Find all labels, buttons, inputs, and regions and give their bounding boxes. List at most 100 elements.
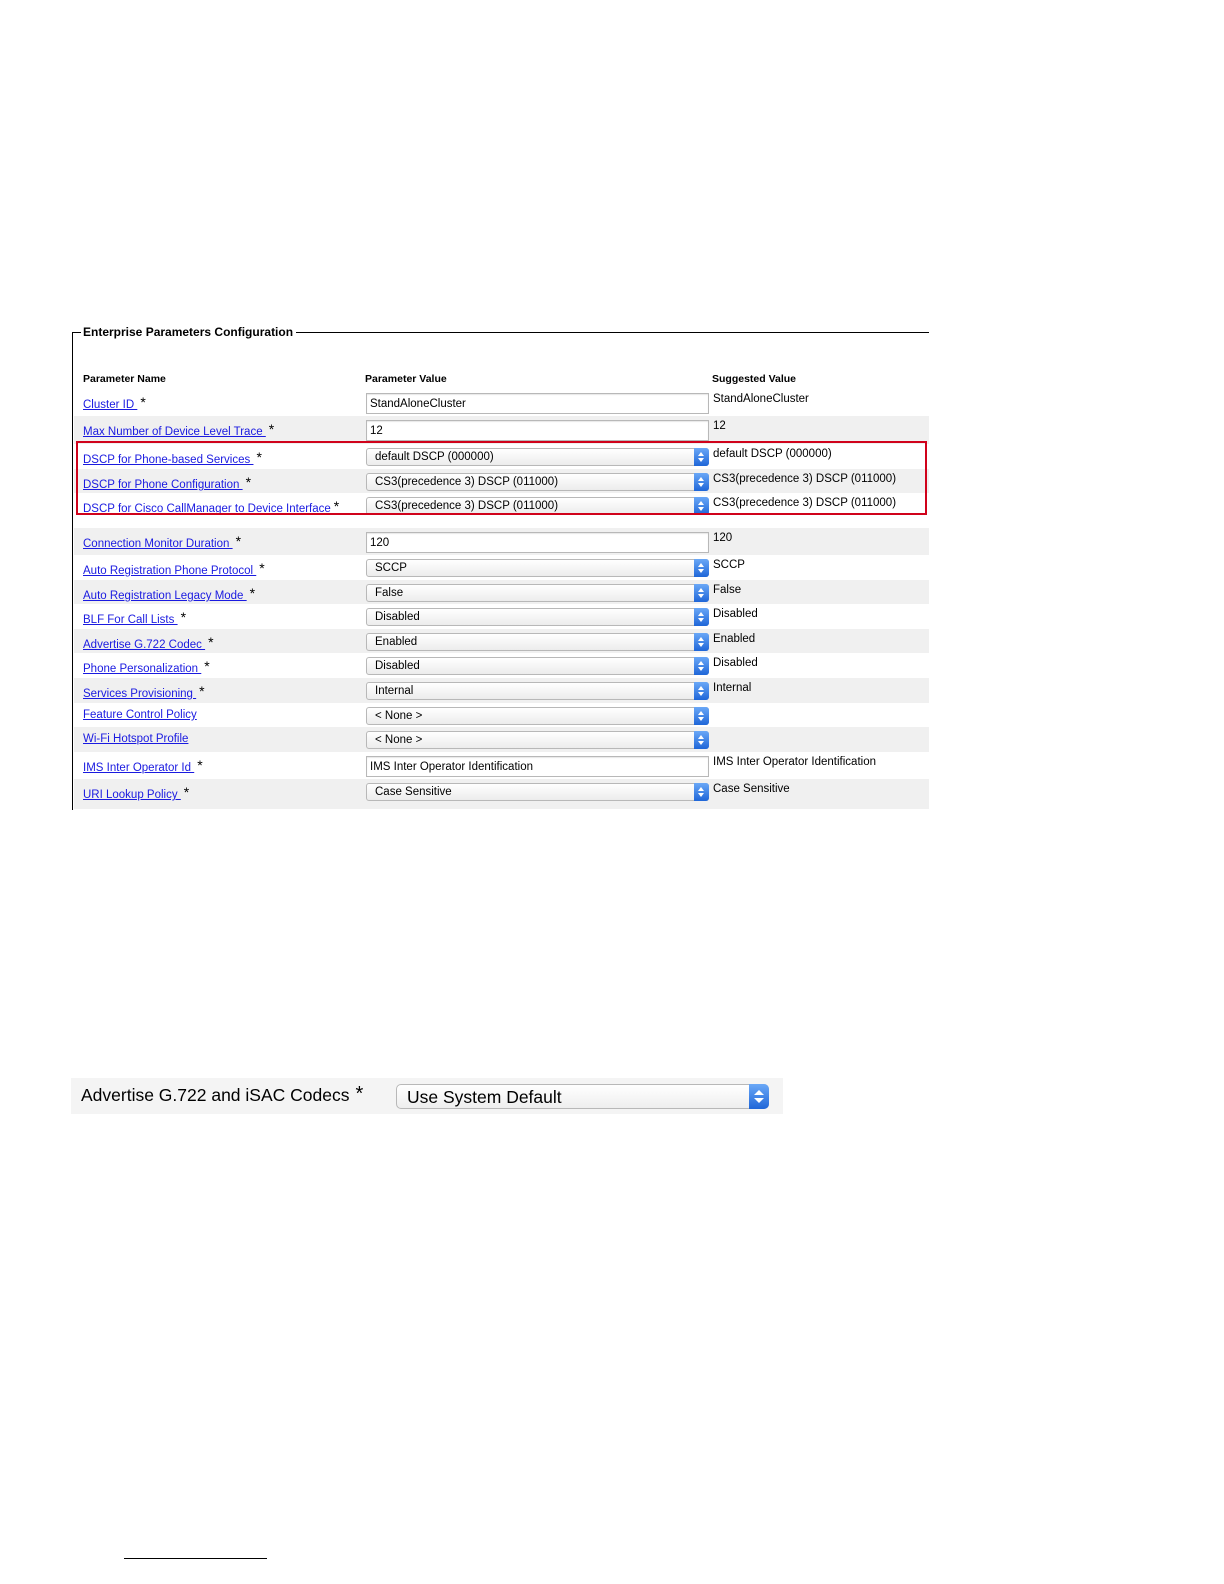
select-value: CS3(precedence 3) DSCP (011000): [375, 476, 559, 488]
parameter-name-link[interactable]: Phone Personalization: [83, 663, 201, 675]
required-asterisk: *: [204, 658, 210, 674]
parameter-name: Services Provisioning *: [83, 683, 205, 700]
parameter-row: Services Provisioning * Internal Internal: [74, 678, 929, 703]
dropdown-arrows-icon: [694, 559, 709, 577]
parameter-value-select[interactable]: < None >: [366, 707, 709, 725]
parameter-row: BLF For Call Lists * Disabled Disabled: [74, 604, 929, 629]
parameter-name-link[interactable]: Max Number of Device Level Trace: [83, 426, 266, 438]
suggested-value: SCCP: [713, 559, 745, 571]
select-value: < None >: [375, 710, 423, 722]
enterprise-parameters-panel: Enterprise Parameters Configuration Para…: [72, 324, 929, 810]
parameter-name-link[interactable]: Cluster ID: [83, 399, 137, 411]
parameter-value-select[interactable]: CS3(precedence 3) DSCP (011000): [366, 473, 709, 491]
parameter-name-link[interactable]: Advertise G.722 Codec: [83, 639, 205, 651]
required-asterisk: *: [140, 394, 146, 410]
select-value: Enabled: [375, 636, 418, 648]
parameter-value-input[interactable]: IMS Inter Operator Identification: [366, 756, 709, 777]
dropdown-arrows-icon: [694, 731, 709, 749]
select-value: Disabled: [375, 660, 420, 672]
dropdown-arrows-icon: [749, 1084, 769, 1109]
parameter-name-link[interactable]: DSCP for Phone-based Services: [83, 454, 253, 466]
dropdown-arrows-icon: [694, 633, 709, 651]
parameter-name: Feature Control Policy: [83, 709, 197, 721]
parameter-value-input[interactable]: StandAloneCluster: [366, 393, 709, 414]
parameter-name-link[interactable]: Connection Monitor Duration: [83, 538, 233, 550]
dropdown-arrows-icon: [694, 584, 709, 602]
parameter-name-link[interactable]: Feature Control Policy: [83, 709, 197, 721]
suggested-value: Disabled: [713, 608, 758, 620]
parameter-name-link[interactable]: DSCP for Cisco CallManager to Device Int…: [83, 503, 331, 515]
parameter-name: Auto Registration Phone Protocol *: [83, 560, 265, 577]
suggested-value: Enabled: [713, 633, 756, 645]
suggested-value: IMS Inter Operator Identification: [713, 756, 876, 768]
parameter-name: Advertise G.722 Codec *: [83, 634, 214, 651]
parameter-value-select[interactable]: Internal: [366, 682, 709, 700]
required-asterisk: *: [197, 757, 203, 773]
footnote-divider: [124, 1558, 267, 1559]
suggested-value: 12: [713, 420, 726, 432]
parameter-name-link[interactable]: IMS Inter Operator Id: [83, 762, 194, 774]
select-value: < None >: [375, 734, 423, 746]
header-suggested-value: Suggested Value: [712, 373, 797, 385]
parameter-value-select[interactable]: Disabled: [366, 608, 709, 626]
required-asterisk: *: [180, 609, 187, 625]
select-value: Case Sensitive: [375, 786, 452, 798]
parameter-value-select[interactable]: SCCP: [366, 559, 709, 577]
suggested-value: CS3(precedence 3) DSCP (011000): [713, 473, 897, 485]
select-value: False: [375, 587, 404, 599]
required-asterisk: *: [268, 421, 275, 437]
parameter-name-link[interactable]: BLF For Call Lists: [83, 614, 178, 626]
parameter-row: IMS Inter Operator Id * IMS Inter Operato…: [74, 752, 929, 779]
select-value: Internal: [375, 685, 414, 697]
required-asterisk: *: [245, 474, 252, 490]
suggested-value: CS3(precedence 3) DSCP (011000): [713, 497, 897, 509]
parameter-name: Max Number of Device Level Trace *: [83, 421, 275, 438]
parameter-value-select[interactable]: Disabled: [366, 657, 709, 675]
parameter-name: Wi-Fi Hotspot Profile: [83, 733, 188, 745]
suggested-value: default DSCP (000000): [713, 448, 832, 460]
parameter-name: Connection Monitor Duration *: [83, 533, 241, 550]
parameter-row: Phone Personalization * Disabled Disabled: [74, 653, 929, 678]
suggested-value: False: [713, 584, 742, 596]
parameter-value-select[interactable]: False: [366, 584, 709, 602]
parameter-name: URI Lookup Policy *: [83, 784, 190, 801]
codec-setting-label: Advertise G.722 and iSAC Codecs *: [81, 1083, 364, 1105]
parameter-value-select[interactable]: default DSCP (000000): [366, 448, 709, 466]
codec-setting-select[interactable]: Use System Default: [396, 1084, 769, 1109]
select-value: SCCP: [375, 562, 407, 574]
codec-setting-row: Advertise G.722 and iSAC Codecs * Use Sys…: [71, 1078, 783, 1114]
required-asterisk: *: [256, 449, 262, 465]
parameter-name-link[interactable]: Services Provisioning: [83, 688, 196, 700]
parameter-name: Auto Registration Legacy Mode *: [83, 585, 255, 602]
parameter-name-link[interactable]: URI Lookup Policy: [83, 789, 181, 801]
parameter-row: Auto Registration Legacy Mode * False Fals…: [74, 580, 929, 604]
select-value: default DSCP (000000): [375, 451, 494, 463]
parameter-row: Max Number of Device Level Trace * 12 12: [74, 416, 929, 444]
parameter-value-select[interactable]: < None >: [366, 731, 709, 749]
parameter-name-link[interactable]: Auto Registration Legacy Mode: [83, 590, 247, 602]
parameter-row: Wi-Fi Hotspot Profile < None >: [74, 727, 929, 752]
parameter-value-input[interactable]: 120: [366, 532, 709, 553]
parameter-value-input[interactable]: 12: [366, 420, 709, 441]
parameter-name-link[interactable]: DSCP for Phone Configuration: [83, 479, 243, 491]
parameter-row: Advertise G.722 Codec * Enabled Enabled: [74, 629, 929, 653]
panel-title: Enterprise Parameters Configuration: [81, 324, 297, 340]
parameter-name-link[interactable]: Wi-Fi Hotspot Profile: [83, 733, 188, 745]
parameter-value-select[interactable]: Enabled: [366, 633, 709, 651]
required-asterisk: *: [183, 784, 190, 800]
parameter-name-link[interactable]: Auto Registration Phone Protocol: [83, 565, 256, 577]
dropdown-arrows-icon: [694, 657, 709, 675]
parameter-value-select[interactable]: Case Sensitive: [366, 783, 709, 801]
parameter-name: IMS Inter Operator Id *: [83, 757, 203, 774]
parameter-row: Connection Monitor Duration * 120 120: [74, 528, 929, 555]
dropdown-arrows-icon: [694, 707, 709, 725]
suggested-value: 120: [713, 532, 733, 544]
dropdown-arrows-icon: [694, 473, 709, 491]
parameter-row: Auto Registration Phone Protocol * SCCP SC…: [74, 555, 929, 580]
parameter-row: DSCP for Phone-based Services * default D…: [74, 444, 929, 469]
select-value: CS3(precedence 3) DSCP (011000): [375, 500, 559, 512]
dropdown-arrows-icon: [694, 448, 709, 466]
parameter-value-select[interactable]: CS3(precedence 3) DSCP (011000): [366, 497, 709, 515]
required-asterisk: *: [259, 560, 265, 576]
select-value: Disabled: [375, 611, 420, 623]
